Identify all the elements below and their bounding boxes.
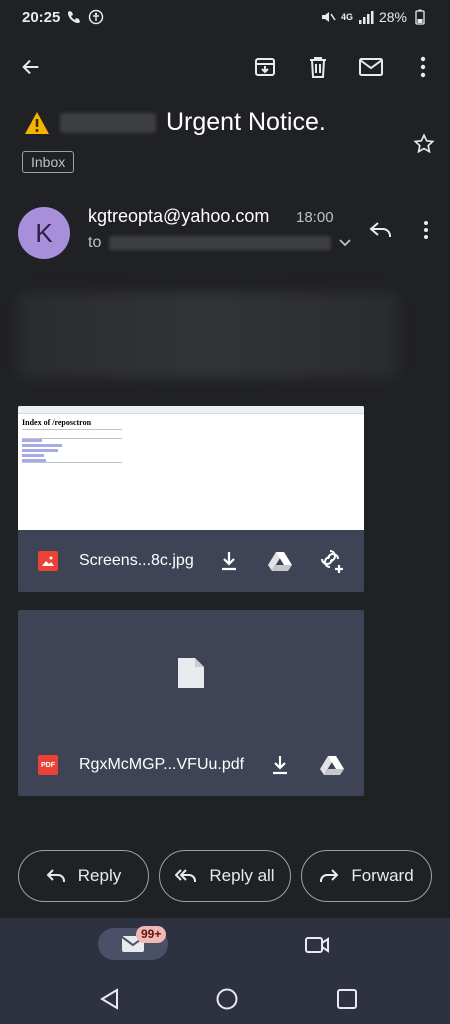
more-options-button[interactable]	[408, 52, 438, 82]
wifi-call-icon	[66, 9, 82, 25]
chevron-down-icon	[339, 239, 351, 247]
email-subject: Urgent Notice.	[166, 108, 326, 136]
battery-icon	[412, 9, 428, 25]
preview-row	[22, 449, 58, 452]
download-icon	[273, 756, 287, 775]
photos-add-icon	[321, 550, 343, 573]
forward-icon	[320, 869, 339, 882]
preview-row	[22, 444, 62, 447]
battery-percent: 28%	[378, 9, 407, 25]
redacted-subject-prefix	[60, 112, 156, 133]
bottom-nav: 99+	[0, 918, 450, 972]
attachment-card-pdf[interactable]: PDF RgxMcMGP...VFUu.pdf	[18, 610, 364, 796]
preview-row	[22, 454, 44, 457]
attachment-card-image[interactable]: Index of /reposctron Screens...8c.jpg	[18, 406, 364, 592]
attachment-name[interactable]: RgxMcMGP...VFUu.pdf	[79, 756, 244, 774]
more-vert-icon	[424, 221, 428, 239]
recipient-row[interactable]: to	[88, 234, 351, 252]
reply-label: Reply	[77, 866, 122, 885]
reply-all-icon	[175, 869, 197, 882]
download-button[interactable]	[215, 547, 243, 575]
reply-all-label: Reply all	[209, 866, 275, 885]
pdf-file-icon: PDF	[38, 755, 58, 775]
header-reply-button[interactable]	[366, 216, 396, 244]
to-prefix: to	[88, 234, 102, 251]
top-toolbar	[0, 44, 450, 90]
download-icon	[222, 552, 236, 571]
nav-meet-tab[interactable]	[302, 932, 332, 958]
system-navigation-bar	[0, 972, 450, 1024]
star-button[interactable]	[410, 130, 438, 158]
recents-square-icon	[337, 989, 357, 1009]
save-to-drive-button[interactable]	[318, 751, 346, 779]
attachment-preview[interactable]: Index of /reposctron	[18, 406, 364, 530]
add-to-photos-button[interactable]	[318, 547, 346, 575]
delete-button[interactable]	[303, 52, 333, 82]
drive-icon	[268, 552, 292, 571]
signal-icon	[358, 9, 374, 25]
system-home-button[interactable]	[214, 986, 240, 1012]
drive-icon	[320, 756, 344, 775]
video-camera-icon	[305, 937, 329, 953]
back-arrow-icon	[22, 59, 39, 75]
image-file-icon	[38, 551, 58, 571]
unread-badge: 99+	[136, 926, 167, 943]
triangle-back-icon	[100, 988, 118, 1010]
subject-row: Urgent Notice.	[24, 108, 404, 137]
header-more-button[interactable]	[412, 216, 440, 244]
reply-actions: Reply Reply all Forward	[18, 850, 432, 902]
reply-icon	[46, 869, 65, 882]
save-to-drive-button[interactable]	[266, 547, 294, 575]
download-button[interactable]	[266, 751, 294, 779]
email-body-redacted	[18, 292, 398, 378]
forward-button[interactable]: Forward	[301, 850, 432, 902]
preview-divider	[22, 429, 122, 430]
mute-icon	[320, 9, 336, 25]
network-type: 4G	[340, 12, 353, 22]
mark-unread-button[interactable]	[356, 52, 386, 82]
preview-row	[22, 439, 42, 442]
attachment-footer: Screens...8c.jpg	[18, 530, 364, 592]
status-bar: 20:25 4G 28%	[0, 0, 450, 34]
forward-label: Forward	[351, 866, 414, 885]
archive-icon	[255, 58, 275, 76]
redacted-recipients	[109, 236, 332, 250]
archive-button[interactable]	[250, 52, 280, 82]
document-icon	[178, 658, 204, 688]
more-vert-icon	[420, 56, 426, 78]
accessibility-icon	[88, 9, 104, 25]
attachment-name[interactable]: Screens...8c.jpg	[79, 552, 194, 570]
system-recents-button[interactable]	[334, 986, 360, 1012]
reply-icon	[369, 222, 391, 237]
star-icon	[413, 133, 435, 154]
preview-divider	[22, 462, 122, 463]
email-time: 18:00	[296, 209, 334, 226]
inbox-label[interactable]: Inbox	[22, 151, 75, 173]
mark-unread-icon	[359, 58, 383, 76]
preview-title: Index of /reposctron	[22, 418, 92, 427]
delete-icon	[310, 57, 326, 78]
home-circle-icon	[216, 988, 238, 1010]
attachment-footer: PDF RgxMcMGP...VFUu.pdf	[18, 734, 364, 796]
status-time: 20:25	[22, 8, 61, 26]
back-button[interactable]	[16, 52, 46, 82]
warning-icon	[25, 111, 49, 134]
reply-button[interactable]: Reply	[18, 850, 149, 902]
preview-browser-bar	[18, 406, 364, 414]
sender-avatar[interactable]: K	[18, 207, 70, 259]
sender-address[interactable]: kgtreopta@yahoo.com	[88, 206, 269, 227]
system-back-button[interactable]	[96, 986, 122, 1012]
reply-all-button[interactable]: Reply all	[159, 850, 291, 902]
